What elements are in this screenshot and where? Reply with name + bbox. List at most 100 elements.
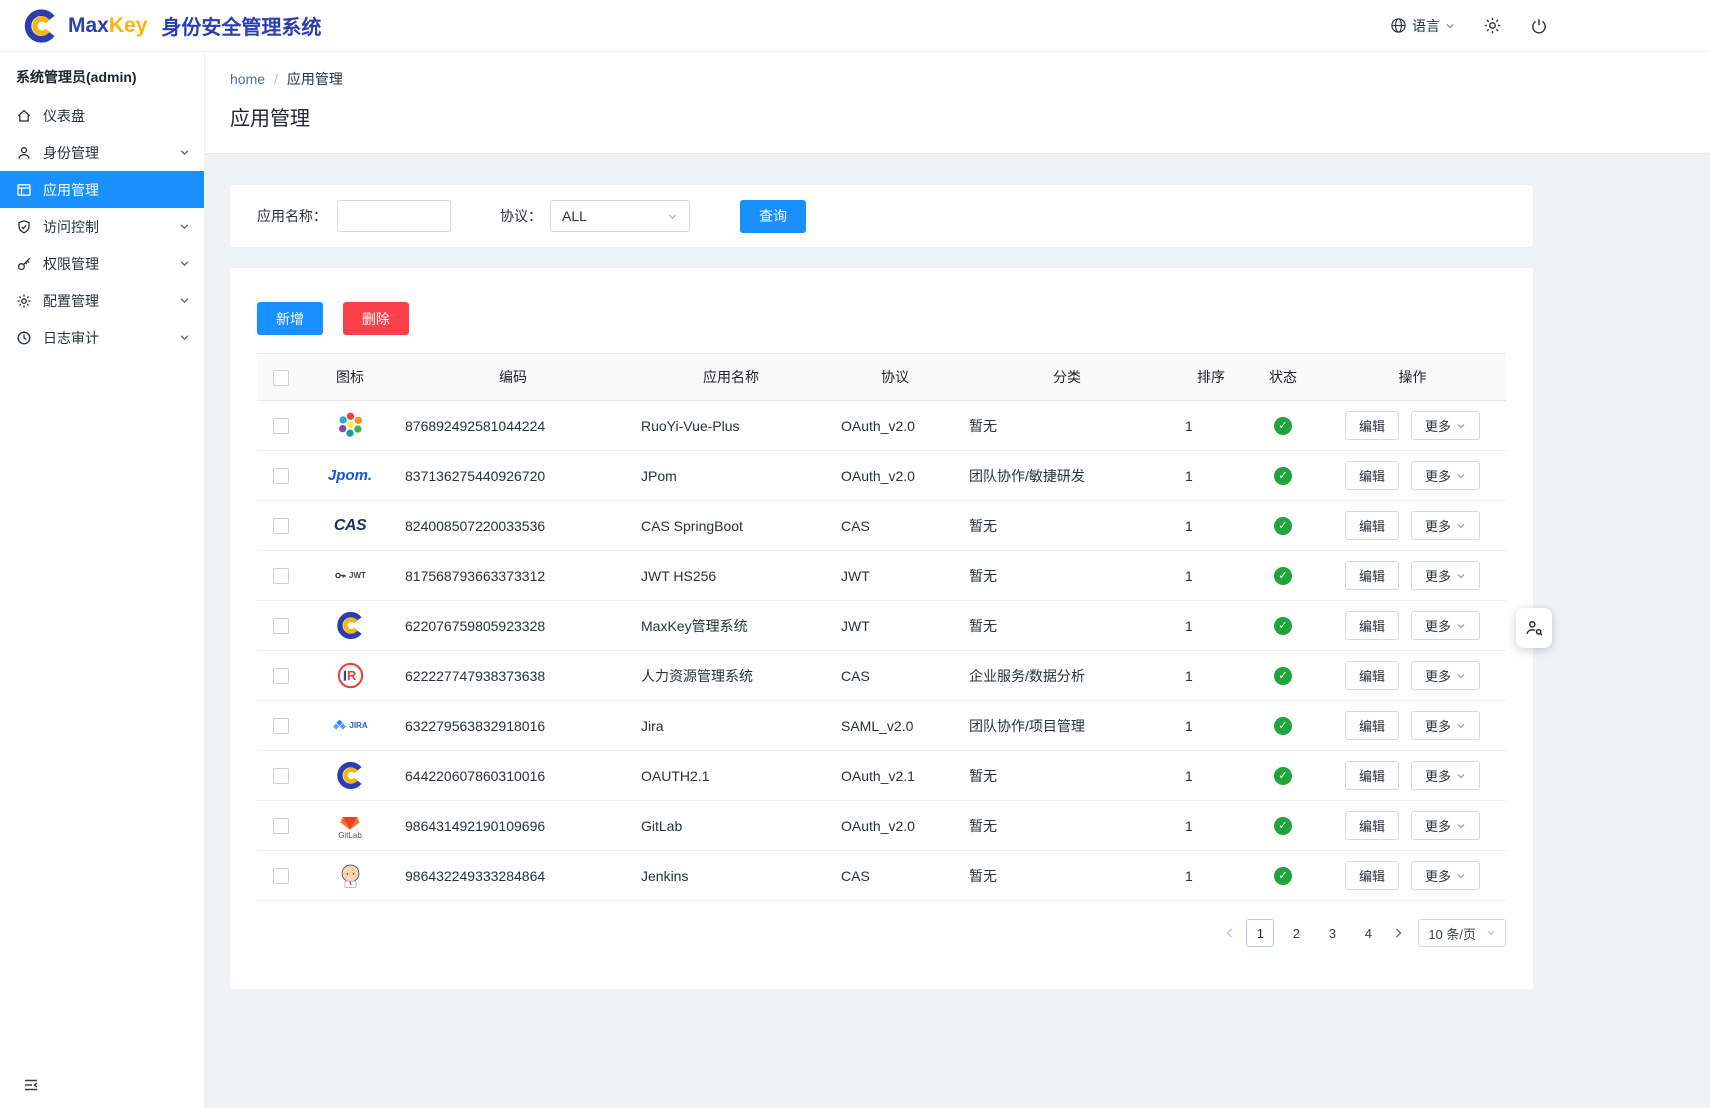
chevron-down-icon bbox=[179, 221, 190, 232]
chevron-down-icon bbox=[1486, 928, 1496, 938]
more-button[interactable]: 更多 bbox=[1411, 711, 1480, 740]
edit-button[interactable]: 编辑 bbox=[1345, 511, 1399, 540]
app-protocol: JWT bbox=[841, 618, 870, 634]
more-button[interactable]: 更多 bbox=[1411, 561, 1480, 590]
table-row: JIRA 632279563832918016 Jira SAML_v2.0 团… bbox=[257, 701, 1506, 751]
app-code: 644220607860310016 bbox=[405, 768, 545, 784]
app-name-input[interactable] bbox=[337, 200, 451, 232]
status-active-icon bbox=[1274, 517, 1292, 535]
app-protocol: CAS bbox=[841, 518, 870, 534]
settings-gear-icon[interactable] bbox=[1483, 16, 1502, 35]
edit-button[interactable]: 编辑 bbox=[1345, 411, 1399, 440]
chevron-down-icon bbox=[179, 295, 190, 306]
table-row: 622076759805923328 MaxKey管理系统 JWT 暂无 1 编… bbox=[257, 601, 1506, 651]
more-button[interactable]: 更多 bbox=[1411, 761, 1480, 790]
sidebar-item-identity[interactable]: 身份管理 bbox=[0, 134, 204, 171]
more-button[interactable]: 更多 bbox=[1411, 611, 1480, 640]
sidebar-item-permission[interactable]: 权限管理 bbox=[0, 245, 204, 282]
sidebar-item-label: 访问控制 bbox=[43, 217, 168, 237]
page-button-4[interactable]: 4 bbox=[1354, 919, 1382, 947]
svg-text:R: R bbox=[347, 668, 357, 683]
search-button[interactable]: 查询 bbox=[740, 200, 806, 233]
edit-button[interactable]: 编辑 bbox=[1345, 561, 1399, 590]
sidebar-item-label: 日志审计 bbox=[43, 328, 168, 348]
more-button[interactable]: 更多 bbox=[1411, 461, 1480, 490]
more-button-label: 更多 bbox=[1425, 516, 1451, 535]
more-button[interactable]: 更多 bbox=[1411, 511, 1480, 540]
brand-key: Key bbox=[109, 14, 148, 37]
more-button[interactable]: 更多 bbox=[1411, 811, 1480, 840]
app-sort: 1 bbox=[1185, 818, 1193, 834]
row-checkbox[interactable] bbox=[273, 468, 289, 484]
sidebar-item-access[interactable]: 访问控制 bbox=[0, 208, 204, 245]
collapse-sidebar-button[interactable] bbox=[22, 1076, 40, 1094]
jenkins-logo-icon bbox=[336, 857, 365, 893]
chevron-down-icon bbox=[1456, 571, 1466, 581]
row-checkbox[interactable] bbox=[273, 818, 289, 834]
app-name: MaxKey管理系统 bbox=[641, 618, 748, 634]
edit-button[interactable]: 编辑 bbox=[1345, 711, 1399, 740]
edit-button[interactable]: 编辑 bbox=[1345, 661, 1399, 690]
app-code: 876892492581044224 bbox=[405, 418, 545, 434]
app-protocol: OAuth_v2.0 bbox=[841, 418, 915, 434]
language-menu[interactable]: 语言 bbox=[1390, 16, 1455, 36]
sidebar-item-dashboard[interactable]: 仪表盘 bbox=[0, 97, 204, 134]
row-checkbox[interactable] bbox=[273, 868, 289, 884]
row-checkbox[interactable] bbox=[273, 418, 289, 434]
edit-button[interactable]: 编辑 bbox=[1345, 811, 1399, 840]
app-sort: 1 bbox=[1185, 718, 1193, 734]
edit-button[interactable]: 编辑 bbox=[1345, 861, 1399, 890]
row-checkbox[interactable] bbox=[273, 518, 289, 534]
app-name: Jira bbox=[641, 718, 664, 734]
app-name: JWT HS256 bbox=[641, 568, 716, 584]
add-button[interactable]: 新增 bbox=[257, 302, 323, 335]
page-button-3[interactable]: 3 bbox=[1318, 919, 1346, 947]
row-checkbox[interactable] bbox=[273, 768, 289, 784]
more-button[interactable]: 更多 bbox=[1411, 861, 1480, 890]
app-category: 暂无 bbox=[969, 618, 997, 634]
filter-card: 应用名称： 协议： ALL 查询 bbox=[230, 185, 1533, 247]
column-header: 操作 bbox=[1319, 354, 1506, 401]
sidebar-item-audit[interactable]: 日志审计 bbox=[0, 319, 204, 356]
row-checkbox[interactable] bbox=[273, 718, 289, 734]
app-protocol: OAuth_v2.0 bbox=[841, 818, 915, 834]
protocol-label: 协议： bbox=[500, 206, 542, 226]
page-button-2[interactable]: 2 bbox=[1282, 919, 1310, 947]
row-checkbox[interactable] bbox=[273, 668, 289, 684]
edit-button[interactable]: 编辑 bbox=[1345, 461, 1399, 490]
app-code: 632279563832918016 bbox=[405, 718, 545, 734]
more-button-label: 更多 bbox=[1425, 766, 1451, 785]
more-button-label: 更多 bbox=[1425, 816, 1451, 835]
page-size-select[interactable]: 10 条/页 bbox=[1418, 919, 1506, 947]
app-category: 暂无 bbox=[969, 518, 997, 534]
sidebar-item-label: 仪表盘 bbox=[43, 106, 190, 126]
select-all-checkbox[interactable] bbox=[273, 370, 289, 386]
app-category: 暂无 bbox=[969, 768, 997, 784]
status-active-icon bbox=[1274, 817, 1292, 835]
breadcrumb-home-link[interactable]: home bbox=[230, 71, 265, 87]
sidebar-item-config[interactable]: 配置管理 bbox=[0, 282, 204, 319]
logout-power-icon[interactable] bbox=[1530, 17, 1548, 35]
sidebar-item-label: 配置管理 bbox=[43, 291, 168, 311]
table-header-row: 图标编码应用名称协议分类排序状态操作 bbox=[257, 354, 1506, 401]
row-checkbox[interactable] bbox=[273, 568, 289, 584]
delete-button[interactable]: 删除 bbox=[343, 302, 409, 335]
chevron-down-icon bbox=[1456, 721, 1466, 731]
edit-button[interactable]: 编辑 bbox=[1345, 611, 1399, 640]
protocol-select[interactable]: ALL bbox=[550, 200, 690, 232]
app-protocol: CAS bbox=[841, 868, 870, 884]
app-category: 暂无 bbox=[969, 418, 997, 434]
more-button[interactable]: 更多 bbox=[1411, 411, 1480, 440]
language-label: 语言 bbox=[1412, 16, 1440, 36]
row-checkbox[interactable] bbox=[273, 618, 289, 634]
edit-button[interactable]: 编辑 bbox=[1345, 761, 1399, 790]
table-row: GitLab 986431492190109696 GitLab OAuth_v… bbox=[257, 801, 1506, 851]
more-button[interactable]: 更多 bbox=[1411, 661, 1480, 690]
next-page-button[interactable] bbox=[1390, 925, 1406, 941]
protocol-select-value: ALL bbox=[562, 208, 587, 224]
prev-page-button[interactable] bbox=[1222, 925, 1238, 941]
page-button-1[interactable]: 1 bbox=[1246, 919, 1274, 947]
sidebar-item-apps[interactable]: 应用管理 bbox=[0, 171, 204, 208]
theme-settings-floating-button[interactable] bbox=[1516, 608, 1552, 648]
jira-logo-icon: JIRA bbox=[332, 708, 367, 744]
